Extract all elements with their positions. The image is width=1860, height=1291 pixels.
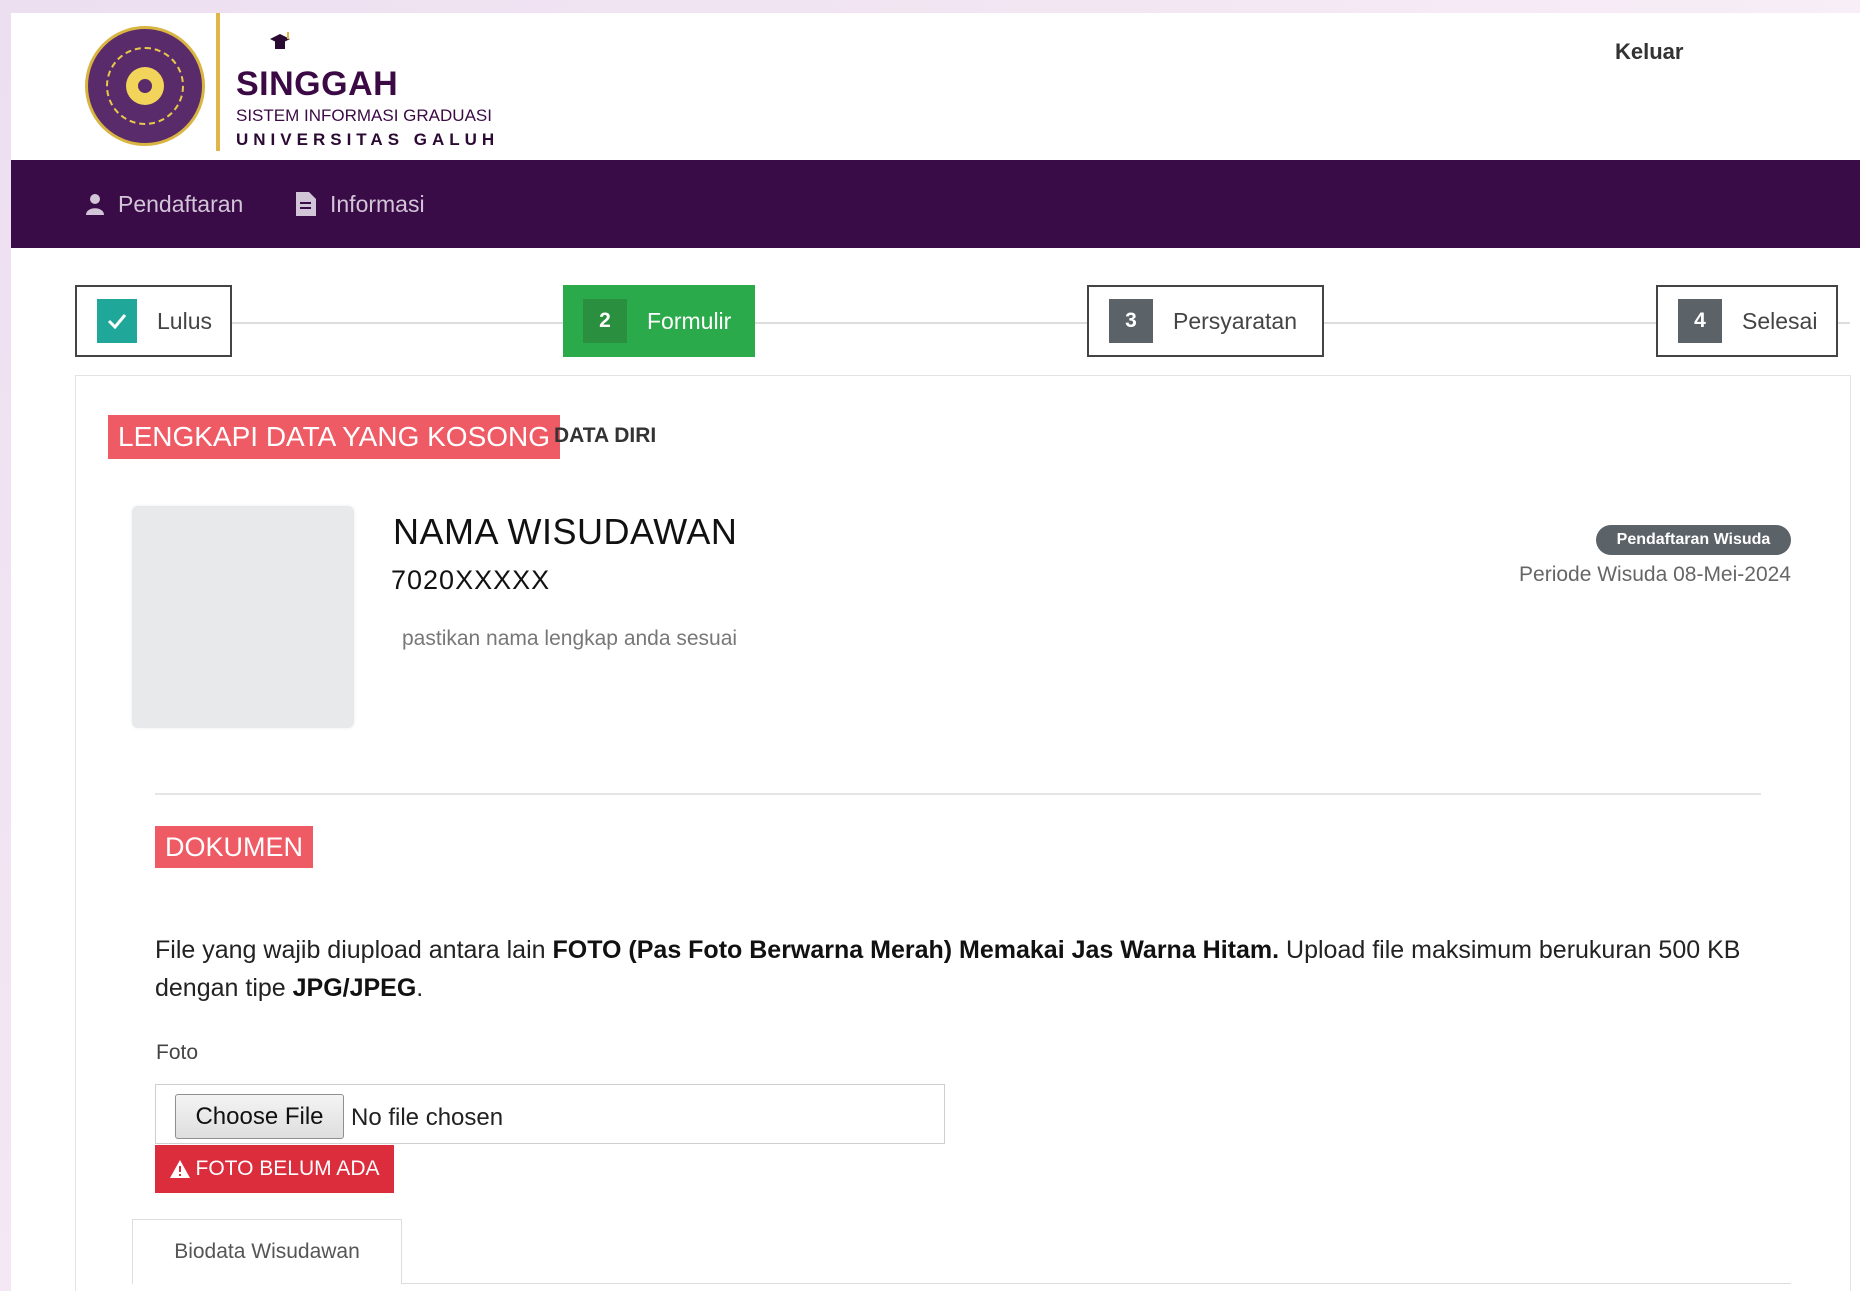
logo-divider: [216, 13, 220, 151]
step-formulir[interactable]: 2 Formulir: [563, 285, 755, 357]
check-icon: [107, 314, 127, 329]
instruction-bold: JPG/JPEG: [292, 974, 417, 1002]
nav-item-label: Pendaftaran: [118, 190, 244, 217]
brand-university: UNIVERSITAS GALUH: [236, 130, 500, 149]
brand-title: SINGGAH: [236, 65, 399, 103]
nav-item-label: Informasi: [330, 190, 425, 217]
student-id: 7020XXXXX: [391, 565, 551, 595]
name-hint: pastikan nama lengkap anda sesuai: [402, 627, 738, 650]
nav-item-informasi[interactable]: Informasi: [296, 160, 425, 248]
progress-stepper: Lulus 2 Formulir 3 Persyaratan 4 Selesai: [75, 285, 1850, 359]
brand-subtitle: SISTEM INFORMASI GRADUASI: [236, 106, 492, 125]
missing-photo-alert: FOTO BELUM ADA: [155, 1145, 394, 1193]
user-icon: [86, 194, 104, 215]
page-frame: SINGGAH SISTEM INFORMASI GRADUASI UNIVER…: [11, 13, 1860, 1291]
tab-biodata-wisudawan[interactable]: Biodata Wisudawan: [132, 1219, 402, 1284]
step-status-box: [97, 299, 138, 343]
step-lulus[interactable]: Lulus: [75, 285, 232, 357]
graduate-name: NAMA WISUDAWAN: [393, 511, 738, 552]
instruction-text: .: [416, 974, 424, 1002]
step-persyaratan[interactable]: 3 Persyaratan: [1087, 285, 1324, 357]
tab-underline: [401, 1283, 1791, 1284]
header: SINGGAH SISTEM INFORMASI GRADUASI UNIVER…: [11, 13, 1860, 160]
step-label: Formulir: [647, 307, 732, 334]
document-icon: [296, 192, 316, 216]
instruction-bold: FOTO (Pas Foto Berwarna Merah) Memakai J…: [552, 936, 1280, 964]
section-divider: [155, 793, 1761, 795]
foto-field-label: Foto: [156, 1041, 199, 1064]
registration-badge: Pendaftaran Wisuda: [1596, 525, 1791, 555]
step-label: Selesai: [1742, 307, 1818, 334]
upload-instructions: File yang wajib diupload antara lain FOT…: [155, 931, 1795, 1007]
choose-file-button[interactable]: Choose File: [175, 1094, 344, 1139]
logout-link[interactable]: Keluar: [1615, 39, 1683, 65]
step-label: Lulus: [157, 307, 212, 334]
section-title-data-diri: DATA DIRI: [554, 424, 657, 447]
university-seal-logo: [85, 26, 205, 146]
graduation-period: Periode Wisuda 08-Mei-2024: [1519, 563, 1791, 586]
file-status-text: No file chosen: [351, 1104, 504, 1131]
step-number: 3: [1109, 299, 1153, 343]
step-selesai[interactable]: 4 Selesai: [1656, 285, 1838, 357]
step-number: 4: [1678, 299, 1722, 343]
main-nav: Pendaftaran Informasi: [11, 160, 1860, 248]
brand-block: SINGGAH SISTEM INFORMASI GRADUASI UNIVER…: [236, 52, 536, 150]
stepper-line: [75, 322, 1850, 324]
warning-icon: [169, 1160, 190, 1178]
missing-photo-text: FOTO BELUM ADA: [195, 1157, 380, 1180]
profile-photo-placeholder: [132, 506, 354, 728]
step-label: Persyaratan: [1173, 307, 1298, 334]
incomplete-data-badge: LENGKAPI DATA YANG KOSONG: [108, 415, 561, 459]
step-number: 2: [583, 299, 627, 343]
seal-center: [138, 79, 152, 93]
section-title-dokumen: DOKUMEN: [155, 826, 314, 868]
instruction-text: File yang wajib diupload antara lain: [155, 936, 553, 964]
nav-item-pendaftaran[interactable]: Pendaftaran: [86, 160, 243, 248]
